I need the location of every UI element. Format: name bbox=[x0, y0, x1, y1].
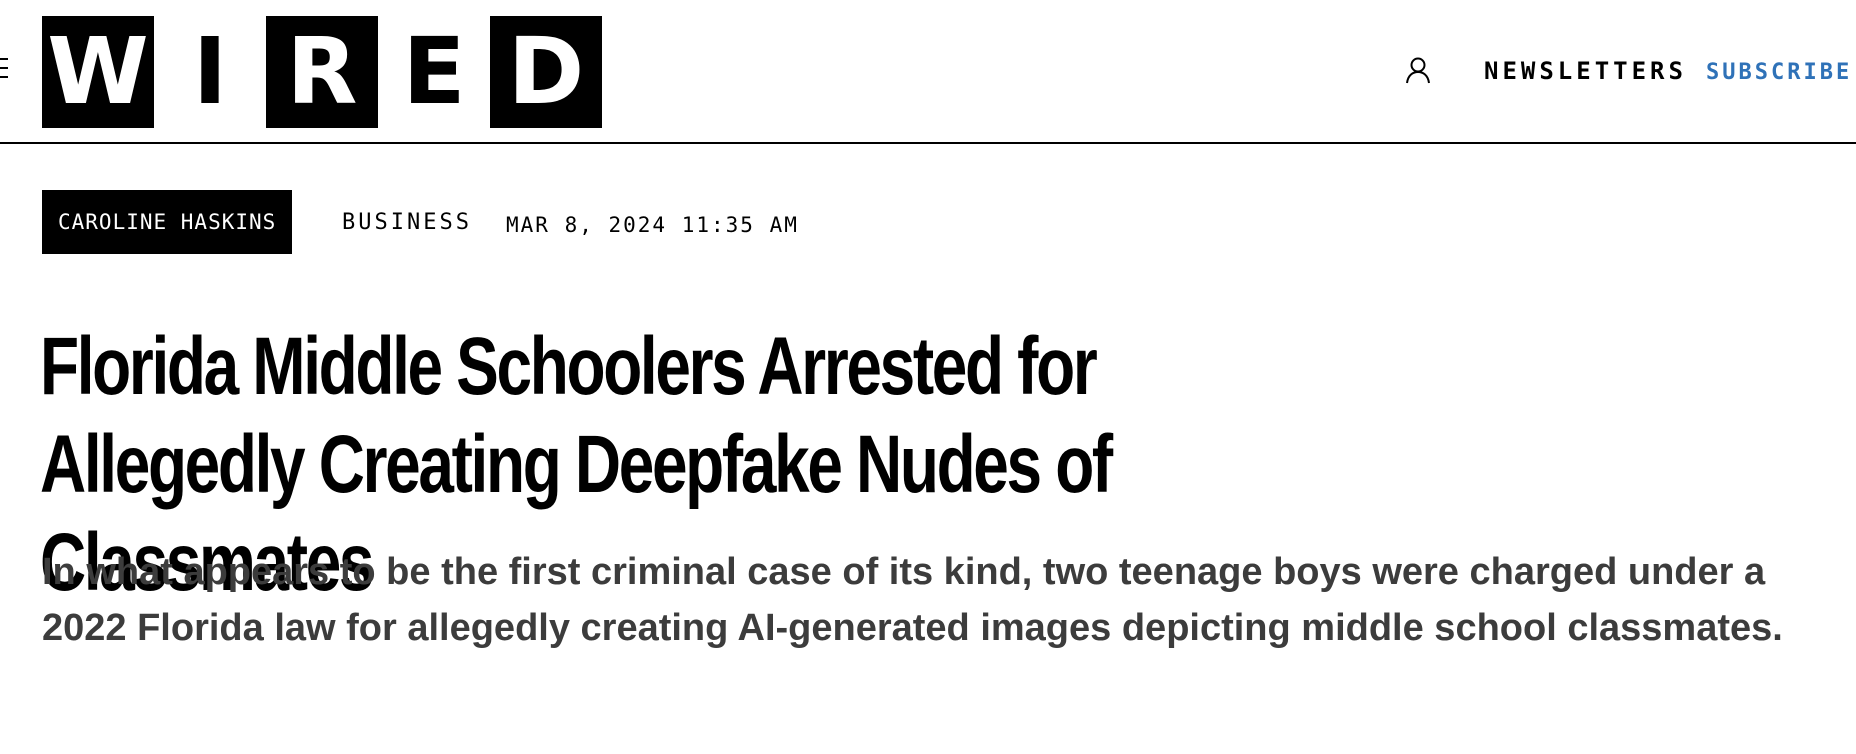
publish-date: MAR 8, 2024 11:35 AM bbox=[506, 213, 799, 237]
logo-letter-w: W bbox=[42, 16, 154, 128]
article-dek: In what appears to be the first criminal… bbox=[42, 551, 1783, 649]
subscribe-link[interactable]: SUBSCRIBE bbox=[1706, 58, 1852, 88]
wired-logo[interactable]: W I R E D bbox=[42, 16, 602, 128]
site-header: W I R E D NEWSLETTERS SUBSCRIBE bbox=[0, 0, 1856, 144]
user-icon[interactable] bbox=[1404, 56, 1432, 84]
section-link[interactable]: BUSINESS bbox=[342, 208, 472, 238]
logo-letter-e: E bbox=[378, 16, 490, 128]
logo-letter-i: I bbox=[154, 16, 266, 128]
user-icon-graphic bbox=[1406, 57, 1430, 84]
logo-letter-r: R bbox=[266, 16, 378, 128]
logo-letter-d: D bbox=[490, 16, 602, 128]
author-byline[interactable]: CAROLINE HASKINS bbox=[42, 190, 293, 254]
menu-icon[interactable] bbox=[0, 56, 8, 80]
newsletters-link[interactable]: NEWSLETTERS bbox=[1484, 56, 1687, 86]
